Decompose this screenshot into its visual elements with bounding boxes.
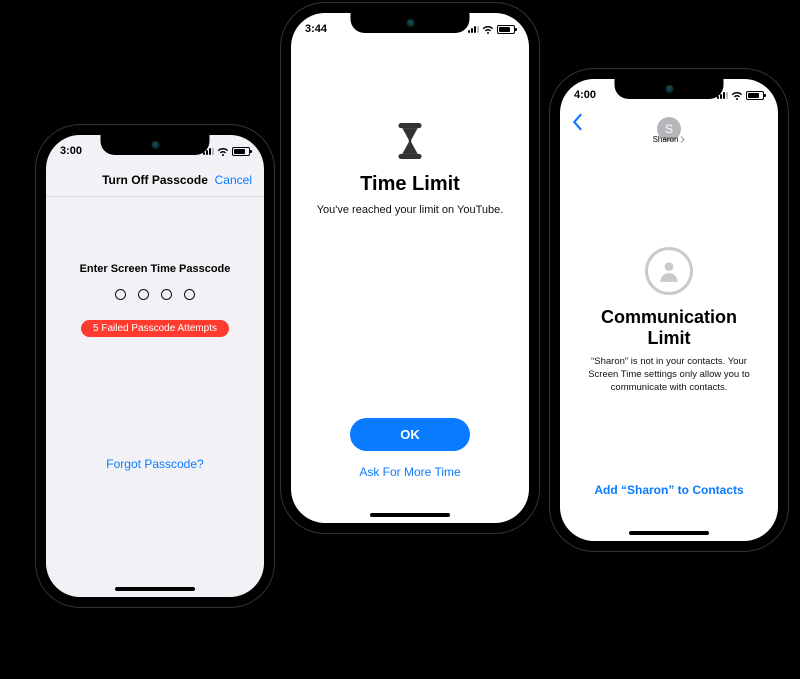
wifi-icon bbox=[731, 89, 743, 101]
battery-icon bbox=[746, 91, 764, 100]
battery-icon bbox=[497, 25, 515, 34]
chevron-right-icon bbox=[680, 136, 685, 143]
cell-signal-icon bbox=[468, 26, 479, 33]
passcode-dot bbox=[184, 289, 195, 300]
status-time: 3:44 bbox=[305, 23, 327, 35]
cell-signal-icon bbox=[203, 148, 214, 155]
passcode-body: Enter Screen Time Passcode 5 Failed Pass… bbox=[46, 235, 264, 337]
passcode-dots[interactable] bbox=[115, 289, 195, 300]
contact-name-row[interactable]: Sharon bbox=[560, 135, 778, 144]
person-icon bbox=[645, 247, 693, 295]
time-limit-actions: OK Ask For More Time bbox=[291, 418, 529, 479]
nav-title: Turn Off Passcode bbox=[102, 173, 208, 187]
time-limit-subtitle: You've reached your limit on YouTube. bbox=[317, 204, 504, 216]
phone-communication-limit: 4:00 S Sharon Communication Limit “Sharo… bbox=[560, 79, 778, 541]
cancel-button[interactable]: Cancel bbox=[215, 173, 252, 187]
passcode-prompt: Enter Screen Time Passcode bbox=[80, 263, 231, 275]
failed-attempts-badge: 5 Failed Passcode Attempts bbox=[81, 320, 229, 337]
home-indicator[interactable] bbox=[115, 587, 195, 591]
communication-limit-body: Communication Limit “Sharon” is not in y… bbox=[560, 247, 778, 395]
contact-name: Sharon bbox=[653, 135, 679, 144]
communication-limit-subtitle: “Sharon” is not in your contacts. Your S… bbox=[588, 356, 750, 394]
status-bar: 3:00 bbox=[46, 135, 264, 163]
phone-passcode: 3:00 Turn Off Passcode Cancel Enter Scre… bbox=[46, 135, 264, 597]
status-time: 3:00 bbox=[60, 145, 82, 157]
contact-header[interactable]: S bbox=[560, 107, 778, 151]
hourglass-icon bbox=[394, 123, 426, 159]
time-limit-title: Time Limit bbox=[360, 173, 460, 196]
wifi-icon bbox=[217, 145, 229, 157]
passcode-dot bbox=[138, 289, 149, 300]
ask-more-time-link[interactable]: Ask For More Time bbox=[359, 465, 460, 479]
status-time: 4:00 bbox=[574, 89, 596, 101]
time-limit-body: Time Limit You've reached your limit on … bbox=[291, 123, 529, 216]
passcode-dot bbox=[115, 289, 126, 300]
status-icons bbox=[717, 89, 764, 101]
communication-limit-title: Communication Limit bbox=[588, 307, 750, 348]
passcode-dot bbox=[161, 289, 172, 300]
home-indicator[interactable] bbox=[629, 531, 709, 535]
nav-bar: Turn Off Passcode Cancel bbox=[46, 163, 264, 197]
phone-time-limit: 3:44 Time Limit You've reached your limi… bbox=[291, 13, 529, 523]
status-icons bbox=[468, 23, 515, 35]
wifi-icon bbox=[482, 23, 494, 35]
status-bar: 3:44 bbox=[291, 13, 529, 41]
ok-button[interactable]: OK bbox=[350, 418, 470, 451]
forgot-passcode-link[interactable]: Forgot Passcode? bbox=[46, 457, 264, 471]
add-to-contacts-button[interactable]: Add “Sharon” to Contacts bbox=[560, 483, 778, 497]
home-indicator[interactable] bbox=[370, 513, 450, 517]
cell-signal-icon bbox=[717, 92, 728, 99]
status-icons bbox=[203, 145, 250, 157]
battery-icon bbox=[232, 147, 250, 156]
status-bar: 4:00 bbox=[560, 79, 778, 107]
